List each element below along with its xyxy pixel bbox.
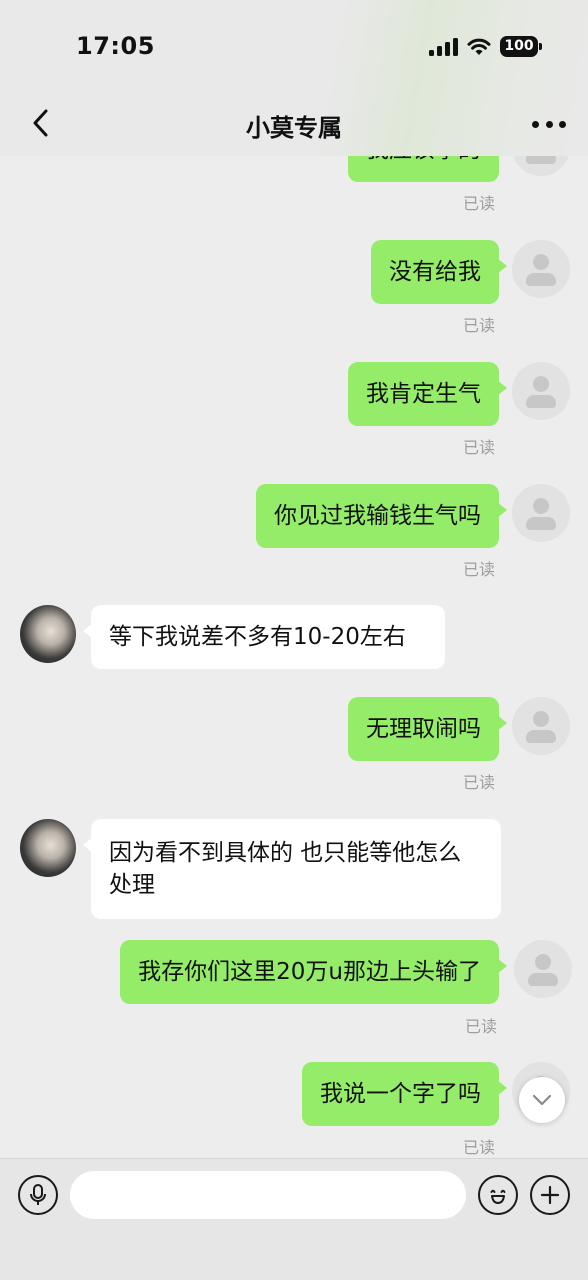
message-bubble-mine[interactable]: 无理取闹吗 (348, 697, 507, 761)
message-bubble-theirs[interactable]: 等下我说差不多有10-20左右 (83, 605, 445, 669)
my-avatar[interactable] (512, 240, 570, 298)
message-list[interactable]: 我应该拿的 已读 没有给我 已读 我肯定生气 已读 你见过我输钱生气吗 已读 等… (0, 0, 588, 1158)
emoji-button[interactable] (478, 1175, 518, 1215)
input-bar (0, 1158, 588, 1280)
chevron-down-icon (532, 1094, 552, 1106)
status-icons: 100 (429, 36, 542, 57)
chat-title: 小莫专属 (246, 114, 342, 142)
signal-icon (429, 37, 458, 56)
scroll-to-bottom-button[interactable] (519, 1077, 565, 1123)
plus-icon (540, 1185, 560, 1205)
status-time: 17:05 (76, 32, 155, 60)
contact-avatar[interactable] (20, 819, 76, 877)
contact-avatar[interactable] (20, 605, 76, 663)
message-bubble-theirs[interactable]: 因为看不到具体的 也只能等他怎么处理 (83, 819, 501, 919)
my-avatar[interactable] (512, 484, 570, 542)
message-bubble-mine[interactable]: 我说一个字了吗 (302, 1062, 507, 1126)
my-avatar[interactable] (512, 697, 570, 755)
message-bubble-mine[interactable]: 你见过我输钱生气吗 (256, 484, 507, 548)
avatar-placeholder-icon (533, 498, 549, 514)
plus-button[interactable] (530, 1175, 570, 1215)
message-bubble-mine[interactable]: 我肯定生气 (348, 362, 507, 426)
read-status: 已读 (463, 773, 496, 792)
battery-icon: 100 (500, 36, 542, 57)
read-status: 已读 (463, 1138, 496, 1157)
avatar-placeholder-icon (533, 711, 549, 727)
my-avatar[interactable] (512, 362, 570, 420)
voice-button[interactable] (18, 1175, 58, 1215)
chat-screen: 我应该拿的 已读 没有给我 已读 我肯定生气 已读 你见过我输钱生气吗 已读 等… (0, 0, 588, 1280)
avatar-placeholder-icon (535, 954, 551, 970)
voice-icon (30, 1184, 46, 1205)
avatar-placeholder-icon (533, 376, 549, 392)
back-icon[interactable] (28, 106, 58, 140)
message-input[interactable] (70, 1171, 466, 1219)
read-status: 已读 (463, 560, 496, 579)
message-bubble-mine[interactable]: 没有给我 (371, 240, 507, 304)
avatar-placeholder-icon (533, 254, 549, 270)
emoji-icon (490, 1189, 506, 1204)
more-icon[interactable] (532, 112, 566, 136)
message-bubble-mine[interactable]: 我存你们这里20万u那边上头输了 (120, 940, 507, 1004)
my-avatar[interactable] (514, 940, 572, 998)
read-status: 已读 (463, 194, 496, 213)
top-bar: 17:05 100 小莫专属 (0, 0, 588, 156)
read-status: 已读 (463, 316, 496, 335)
read-status: 已读 (465, 1017, 498, 1036)
wifi-icon (467, 38, 491, 55)
read-status: 已读 (463, 438, 496, 457)
